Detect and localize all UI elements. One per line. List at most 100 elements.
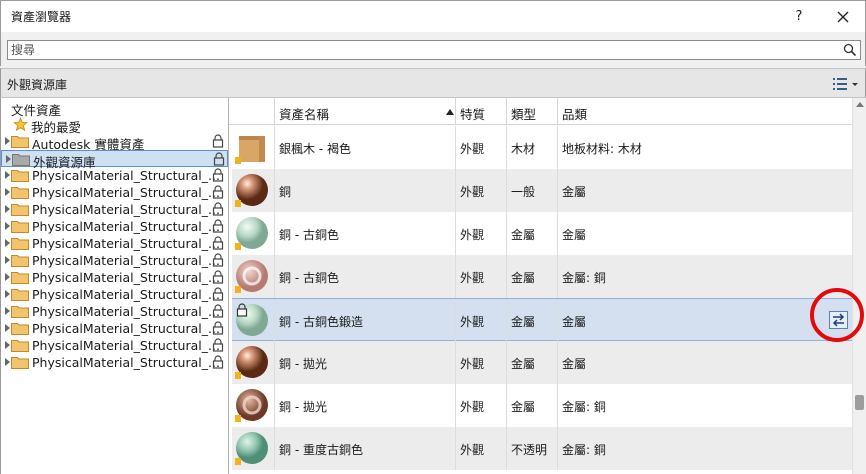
thumb-column-header [229,98,274,125]
star-icon [13,117,28,132]
tree-item[interactable]: PhysicalMaterial_Structural_... [1,303,228,320]
asset-name: 銅 - 古銅色 [279,271,339,285]
expand-arrow-icon[interactable] [5,273,10,281]
window-title: 資產瀏覽器 [11,10,72,24]
expand-arrow-icon[interactable] [5,307,10,315]
expand-arrow-icon[interactable] [5,341,10,349]
tree-item[interactable]: PhysicalMaterial_Structural_... [1,354,228,371]
search-icon[interactable] [843,43,857,57]
lock-icon [213,152,225,166]
expand-arrow-icon[interactable] [6,155,11,163]
tree-item[interactable]: PhysicalMaterial_Structural_... [1,201,228,218]
folder-gray-icon [12,154,30,166]
folder-icon [11,136,29,148]
list-view-icon [833,78,858,90]
asset-property: 外觀 [460,271,485,285]
tree-item[interactable]: PhysicalMaterial_Structural_... [1,337,228,354]
tree-item-label: PhysicalMaterial_Structural_... [32,321,220,336]
table-row[interactable]: 銅 - 拋光 外觀 金屬 金屬: 銅 [232,384,852,427]
expand-arrow-icon[interactable] [5,222,10,230]
tree-item[interactable]: 文件資產 [1,99,228,118]
tree-item[interactable]: Autodesk 實體資產 [1,133,228,152]
scroll-up-icon[interactable] [856,102,864,107]
column-header-property[interactable]: 特質 [455,98,506,125]
asset-name: 銅 - 古銅色鍛造 [279,315,363,329]
lock-icon [212,253,224,267]
tree-item-label: PhysicalMaterial_Structural_... [32,253,220,268]
asset-category: 金屬 [562,357,587,371]
table-row[interactable]: 銅 - 拋光 外觀 金屬 金屬 [232,341,852,384]
lock-badge-icon [235,372,241,379]
table-row[interactable]: 銅 - 古銅色鍛造 外觀 金屬 金屬 [232,298,852,342]
sort-ascending-icon [446,109,454,115]
table-row[interactable]: 銅 - 重度古銅色 外觀 不透明 金屬: 銅 [232,427,852,470]
asset-category: 金屬 [562,228,587,242]
search-box [7,40,861,60]
search-input[interactable] [11,42,831,58]
vertical-scrollbar[interactable] [852,98,866,474]
expand-arrow-icon[interactable] [5,358,10,366]
tree-item[interactable]: PhysicalMaterial_Structural_... [1,286,228,303]
asset-category: 金屬: 銅 [562,271,606,285]
tree-item-label: PhysicalMaterial_Structural_... [32,168,220,183]
expand-arrow-icon[interactable] [5,205,10,213]
column-header-category[interactable]: 品類 [557,98,852,125]
lock-badge-icon [235,243,241,250]
folder-icon [11,187,29,199]
tree-item-label: PhysicalMaterial_Structural_... [32,355,220,370]
tree-item-label: PhysicalMaterial_Structural_... [32,338,220,353]
tree-item[interactable]: PhysicalMaterial_Structural_... [1,218,228,235]
chevron-down-icon [852,83,858,86]
scrollbar-thumb[interactable] [855,395,864,410]
asset-property: 外觀 [460,315,485,329]
expand-arrow-icon[interactable] [5,171,10,179]
expand-arrow-icon[interactable] [5,324,10,332]
asset-property: 外觀 [460,185,485,199]
lock-badge-icon [235,200,241,207]
help-button[interactable]: ? [787,5,811,29]
view-options-button[interactable] [831,75,861,93]
tree-item[interactable]: PhysicalMaterial_Structural_... [1,269,228,286]
table-header: 資產名稱 特質 類型 品類 [229,98,852,125]
folder-icon [11,170,29,182]
asset-table: 資產名稱 特質 類型 品類 銀楓木 - 褐色 外觀 木材 地板材料: 木材銅外觀 一般金… [229,98,866,474]
asset-name: 銅 - 重度古銅色 [279,443,363,457]
lock-icon [212,355,224,369]
lock-icon [212,287,224,301]
tree-item[interactable]: PhysicalMaterial_Structural_... [1,252,228,269]
asset-property: 外觀 [460,228,485,242]
title-bar: 資產瀏覽器 ? [0,0,866,32]
asset-type: 金屬 [511,400,536,414]
close-button[interactable] [829,5,857,29]
expand-arrow-icon[interactable] [5,137,10,145]
folder-icon [11,221,29,233]
column-header-name[interactable]: 資產名稱 [274,98,455,125]
asset-type: 一般 [511,185,536,199]
folder-icon [11,255,29,267]
tree-item[interactable]: 外觀資源庫 [1,150,228,170]
folder-icon [11,323,29,335]
lock-icon [212,270,224,284]
table-row[interactable]: 銀楓木 - 褐色 外觀 木材 地板材料: 木材 [232,126,852,169]
library-header: 外觀資源庫 [0,68,866,98]
lock-icon [212,236,224,250]
expand-arrow-icon[interactable] [5,188,10,196]
tree-item[interactable]: 我的最愛 [1,116,228,135]
tree-item[interactable]: PhysicalMaterial_Structural_... [1,320,228,337]
tree-item[interactable]: PhysicalMaterial_Structural_... [1,167,228,184]
asset-name: 銅 [279,185,292,199]
tree-item-label: PhysicalMaterial_Structural_... [32,287,220,302]
tree-item-label: PhysicalMaterial_Structural_... [32,219,220,234]
column-header-type[interactable]: 類型 [506,98,557,125]
expand-arrow-icon[interactable] [5,256,10,264]
table-row[interactable]: 銅 外觀 一般 金屬 [232,169,852,212]
tree-item[interactable]: PhysicalMaterial_Structural_... [1,184,228,201]
expand-arrow-icon[interactable] [5,290,10,298]
tree-item[interactable]: PhysicalMaterial_Structural_... [1,235,228,252]
asset-type: 金屬 [511,315,536,329]
table-row[interactable]: 銅 - 古銅色 外觀 金屬 金屬 [232,212,852,255]
expand-arrow-icon[interactable] [5,239,10,247]
library-tree: 文件資產 我的最愛 Autodesk 實體資產 外觀資源庫 PhysicalMateri… [0,98,229,474]
table-row[interactable]: 銅 - 古銅色 外觀 金屬 金屬: 銅 [232,255,852,298]
asset-type: 金屬 [511,357,536,371]
